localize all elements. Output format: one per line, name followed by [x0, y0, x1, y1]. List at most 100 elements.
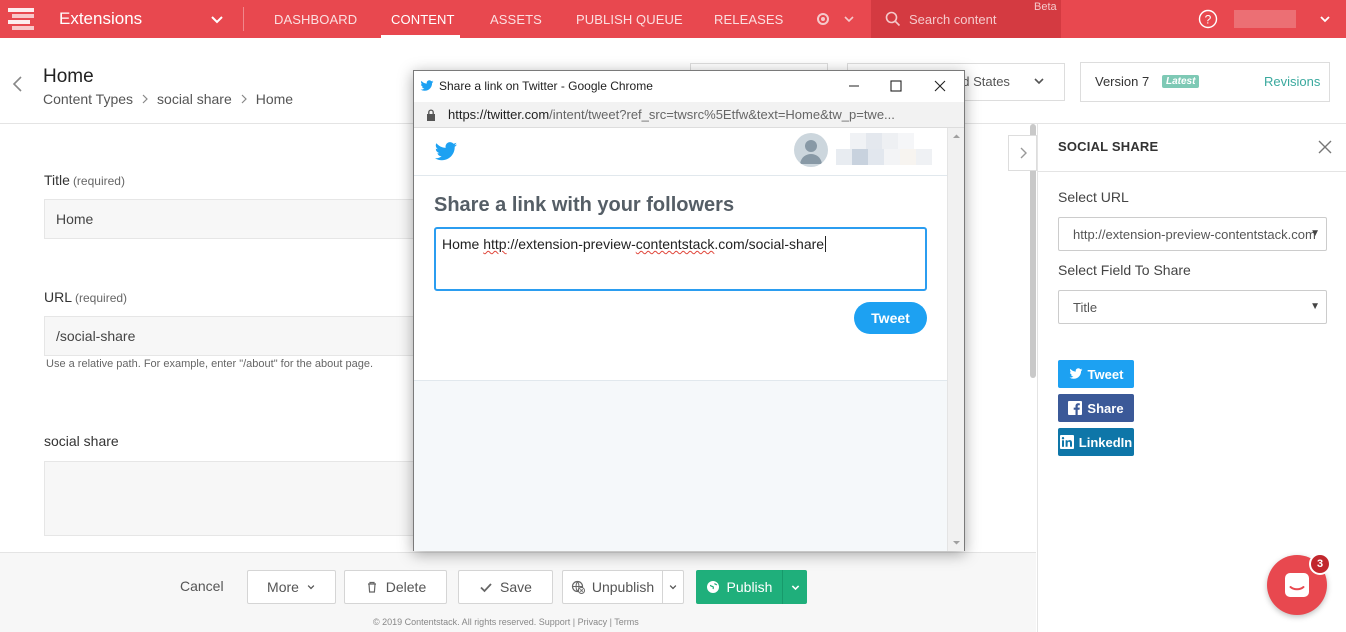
close-icon[interactable] [932, 78, 948, 94]
url-input[interactable]: /social-share [44, 316, 424, 356]
linkedin-share-button[interactable]: LinkedIn [1058, 428, 1134, 456]
version-label[interactable]: Version 7 [1095, 74, 1149, 89]
globe-off-icon [571, 580, 585, 594]
more-button[interactable]: More [247, 570, 336, 604]
select-field-value: Title [1073, 300, 1098, 315]
twitter-share-popup-window: Share a link on Twitter - Google Chrome … [413, 70, 965, 551]
tweet-text-input[interactable]: Home http://extension-preview-contentsta… [434, 227, 927, 291]
more-label: More [267, 579, 299, 595]
url-field-label: URL (required) [44, 289, 128, 305]
chevron-right-icon [241, 94, 247, 104]
search-icon [885, 11, 901, 27]
latest-badge: Latest [1162, 75, 1200, 88]
chevron-down-icon [669, 585, 677, 590]
breadcrumb: Content Types social share Home [43, 91, 293, 107]
publish-label: Publish [726, 579, 773, 595]
minimize-icon[interactable] [846, 78, 862, 94]
chevron-right-icon [1020, 147, 1027, 159]
linkedin-icon [1059, 435, 1074, 449]
popup-scrollbar[interactable] [947, 128, 964, 551]
twitter-footer-area [414, 380, 947, 551]
social-share-extension-field[interactable] [44, 461, 424, 536]
nav-publish-queue[interactable]: PUBLISH QUEUE [576, 12, 683, 27]
delete-button[interactable]: Delete [344, 570, 447, 604]
select-url-value: http://extension-preview-contentstack.co… [1073, 227, 1316, 242]
twitter-user-avatar[interactable] [794, 133, 828, 167]
save-button[interactable]: Save [458, 570, 553, 604]
unpublish-button[interactable]: Unpublish [562, 570, 663, 604]
chevron-down-icon [307, 585, 315, 590]
popup-window-title: Share a link on Twitter - Google Chrome [439, 79, 653, 93]
search-input[interactable]: Search content [909, 12, 996, 27]
twitter-bird-icon [1069, 368, 1082, 379]
unpublish-label: Unpublish [591, 579, 655, 595]
publish-options-button[interactable] [782, 570, 807, 604]
scroll-down-icon[interactable] [948, 537, 965, 549]
stack-name[interactable]: Extensions [59, 9, 142, 29]
help-icon[interactable]: ? [1198, 9, 1218, 29]
panel-title: SOCIAL SHARE [1058, 139, 1159, 154]
unpublish-options-button[interactable] [662, 570, 684, 604]
back-arrow-icon[interactable] [10, 74, 26, 94]
url-help-text: Use a relative path. For example, enter … [46, 358, 374, 370]
page-title: Home [43, 66, 94, 87]
dropdown-arrow-icon: ▼ [1310, 228, 1320, 239]
share-heading: Share a link with your followers [434, 194, 735, 216]
delete-label: Delete [385, 579, 427, 595]
chevron-down-icon [791, 584, 799, 590]
twitter-bird-icon [420, 80, 434, 91]
user-avatar[interactable] [1234, 10, 1296, 28]
lock-icon [427, 109, 435, 121]
breadcrumb-social-share[interactable]: social share [157, 91, 232, 107]
beta-label: Beta [1034, 1, 1057, 13]
svg-text:?: ? [1205, 13, 1212, 27]
title-field-label: Title (required) [44, 172, 125, 188]
chevron-right-icon [142, 94, 148, 104]
select-field-dropdown[interactable]: Title ▼ [1058, 290, 1327, 324]
twitter-logo-icon[interactable] [434, 142, 458, 162]
nav-content[interactable]: CONTENT [391, 12, 455, 27]
twitter-username-redacted [836, 133, 932, 165]
linkedin-label: LinkedIn [1078, 434, 1133, 450]
contentstack-logo-icon[interactable] [6, 5, 36, 33]
globe-icon [706, 581, 719, 593]
chevron-down-icon[interactable] [1032, 74, 1046, 88]
cancel-button[interactable]: Cancel [180, 578, 224, 594]
chevron-down-icon[interactable] [209, 11, 225, 27]
tweet-button[interactable]: Tweet [1058, 360, 1134, 388]
twitter-header-divider [414, 175, 947, 176]
dropdown-arrow-icon: ▼ [1310, 301, 1320, 312]
revisions-link[interactable]: Revisions [1264, 74, 1320, 89]
trash-icon [367, 581, 376, 593]
tweet-submit-button[interactable]: Tweet [854, 302, 927, 334]
scroll-up-icon[interactable] [948, 130, 965, 142]
maximize-icon[interactable] [888, 78, 904, 94]
collapse-panel-button[interactable] [1008, 135, 1037, 171]
active-tab-indicator [381, 35, 460, 38]
publish-button[interactable]: Publish [696, 570, 782, 604]
select-url-dropdown[interactable]: http://extension-preview-contentstack.co… [1058, 217, 1327, 251]
chevron-down-icon[interactable] [842, 12, 856, 26]
nav-dashboard[interactable]: DASHBOARD [274, 12, 357, 27]
social-share-field-label: social share [44, 433, 119, 449]
top-nav-bar: Extensions DASHBOARD CONTENT ASSETS PUBL… [0, 0, 1346, 38]
breadcrumb-content-types[interactable]: Content Types [43, 91, 133, 107]
nav-assets[interactable]: ASSETS [490, 12, 542, 27]
facebook-icon [1068, 401, 1083, 415]
select-url-label: Select URL [1058, 189, 1129, 205]
title-input[interactable]: Home [44, 199, 424, 239]
facebook-share-button[interactable]: Share [1058, 394, 1134, 422]
gear-icon[interactable] [815, 11, 831, 27]
chat-icon [1285, 573, 1309, 597]
default-avatar-icon [800, 140, 822, 164]
nav-releases[interactable]: RELEASES [714, 12, 783, 27]
checkmark-icon [480, 583, 492, 593]
close-icon[interactable] [1317, 139, 1333, 155]
popup-address-bar[interactable]: https://twitter.com/intent/tweet?ref_src… [414, 102, 964, 128]
select-field-label: Select Field To Share [1058, 262, 1191, 278]
tweet-label: Tweet [1087, 366, 1124, 382]
breadcrumb-home: Home [255, 91, 294, 107]
chevron-down-icon[interactable] [1318, 12, 1332, 26]
chat-unread-badge: 3 [1309, 553, 1331, 575]
panel-divider [1038, 171, 1346, 172]
